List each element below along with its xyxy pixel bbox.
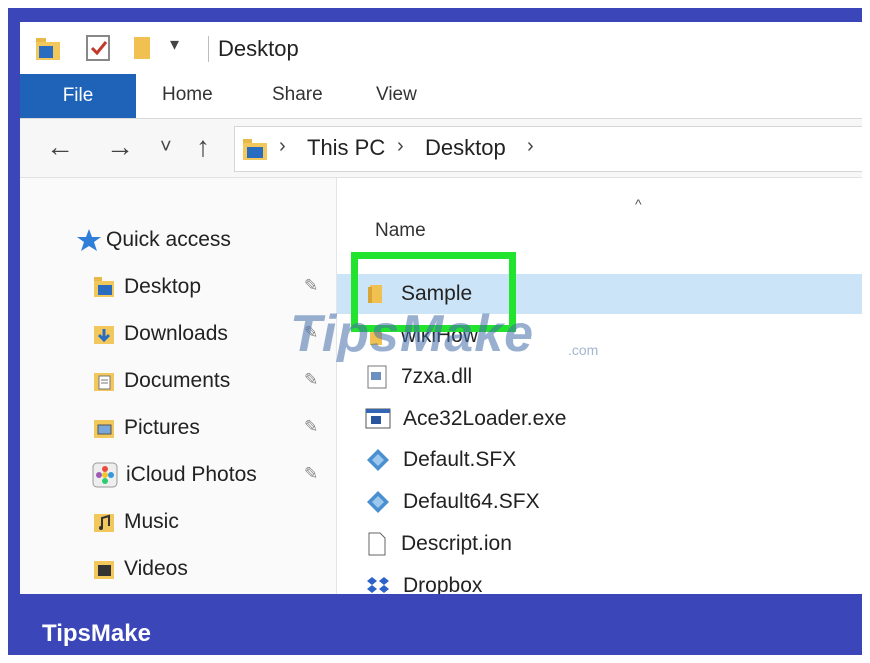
tab-home[interactable]: Home (162, 84, 213, 106)
nav-item-label: Downloads (124, 322, 228, 345)
nav-item-videos[interactable]: Videos (92, 549, 188, 589)
nav-item-pictures[interactable]: Pictures (92, 408, 200, 448)
dll-icon (365, 364, 389, 390)
pin-icon[interactable]: ✎ (304, 276, 318, 296)
ribbon: File Home Share View (20, 74, 862, 119)
forward-button[interactable]: → (106, 129, 134, 165)
navigation-bar: ← → ˅ ↑ › This PC › Desktop › (20, 119, 862, 178)
dropbox-icon (365, 574, 391, 594)
nav-item-label: Pictures (124, 416, 200, 439)
sfx-icon (365, 447, 391, 473)
breadcrumb-separator: › (527, 135, 534, 157)
star-icon (76, 227, 102, 253)
new-folder-icon[interactable] (130, 34, 154, 62)
watermark: TipsMake (290, 305, 535, 363)
column-header-name[interactable]: Name (375, 220, 426, 242)
watermark-suffix: .com (568, 342, 599, 358)
nav-quick-access[interactable]: Quick access (76, 220, 231, 260)
up-button[interactable]: ↑ (196, 129, 210, 165)
explorer-folder-icon (34, 34, 64, 62)
properties-icon[interactable] (84, 34, 114, 62)
nav-item-label: Documents (124, 369, 231, 392)
tab-view[interactable]: View (376, 84, 417, 106)
pin-icon[interactable]: ✎ (304, 464, 318, 484)
nav-item-downloads[interactable]: Downloads (92, 314, 228, 354)
exe-icon (365, 407, 391, 431)
nav-item-label: iCloud Photos (126, 463, 257, 486)
nav-item-label: Desktop (124, 275, 202, 298)
file-name: Default.SFX (403, 448, 517, 471)
address-bar[interactable]: › This PC › Desktop › (234, 126, 862, 172)
tab-file[interactable]: File (20, 74, 136, 118)
title-bar: ▾ Desktop (20, 22, 862, 74)
pin-icon[interactable]: ✎ (304, 417, 318, 437)
file-row-dropbox[interactable]: Dropbox (365, 566, 482, 594)
desktop-folder-icon (92, 275, 116, 299)
window-title: Desktop (218, 36, 299, 61)
nav-item-music[interactable]: Music (92, 502, 179, 542)
documents-folder-icon (92, 369, 116, 393)
file-row-ace32loader[interactable]: Ace32Loader.exe (365, 399, 566, 439)
downloads-folder-icon (92, 322, 116, 346)
file-list: ^ Name Sample wikiHow 7zxa.dll Ace32Load… (337, 178, 862, 594)
toolbar-separator (208, 36, 209, 62)
brand-label: TipsMake (42, 620, 151, 647)
back-button[interactable]: ← (46, 129, 74, 165)
breadcrumb-separator: › (279, 135, 286, 157)
music-folder-icon (92, 510, 116, 534)
file-name: 7zxa.dll (401, 365, 473, 388)
navigation-pane: Quick access Desktop ✎ Downloads ✎ Docum… (20, 178, 335, 594)
this-pc-icon (241, 136, 271, 162)
videos-folder-icon (92, 557, 116, 581)
customize-toolbar-dropdown[interactable]: ▾ (170, 34, 179, 55)
nav-item-documents[interactable]: Documents (92, 361, 230, 401)
file-name: Dropbox (403, 574, 483, 594)
sort-ascending-icon: ^ (635, 196, 642, 212)
file-row-default64-sfx[interactable]: Default64.SFX (365, 482, 540, 522)
file-name: Default64.SFX (403, 490, 540, 513)
nav-item-icloud-photos[interactable]: iCloud Photos (92, 455, 257, 495)
pin-icon[interactable]: ✎ (304, 370, 318, 390)
tab-share[interactable]: Share (272, 84, 323, 106)
recent-locations-button[interactable]: ˅ (160, 129, 172, 165)
breadcrumb-separator: › (397, 135, 404, 157)
file-row-descript-ion[interactable]: Descript.ion (365, 524, 512, 564)
file-name: Ace32Loader.exe (403, 407, 567, 430)
icloud-photos-icon (92, 462, 118, 488)
nav-quick-access-label: Quick access (106, 228, 231, 251)
nav-item-label: Videos (124, 557, 188, 580)
pictures-folder-icon (92, 416, 116, 440)
document-icon (365, 531, 389, 557)
sfx-icon (365, 489, 391, 515)
file-row-default-sfx[interactable]: Default.SFX (365, 440, 516, 480)
breadcrumb-this-pc[interactable]: This PC (307, 135, 385, 161)
nav-item-label: Music (124, 510, 179, 533)
file-name: Descript.ion (401, 532, 512, 555)
breadcrumb-desktop[interactable]: Desktop (425, 135, 506, 161)
